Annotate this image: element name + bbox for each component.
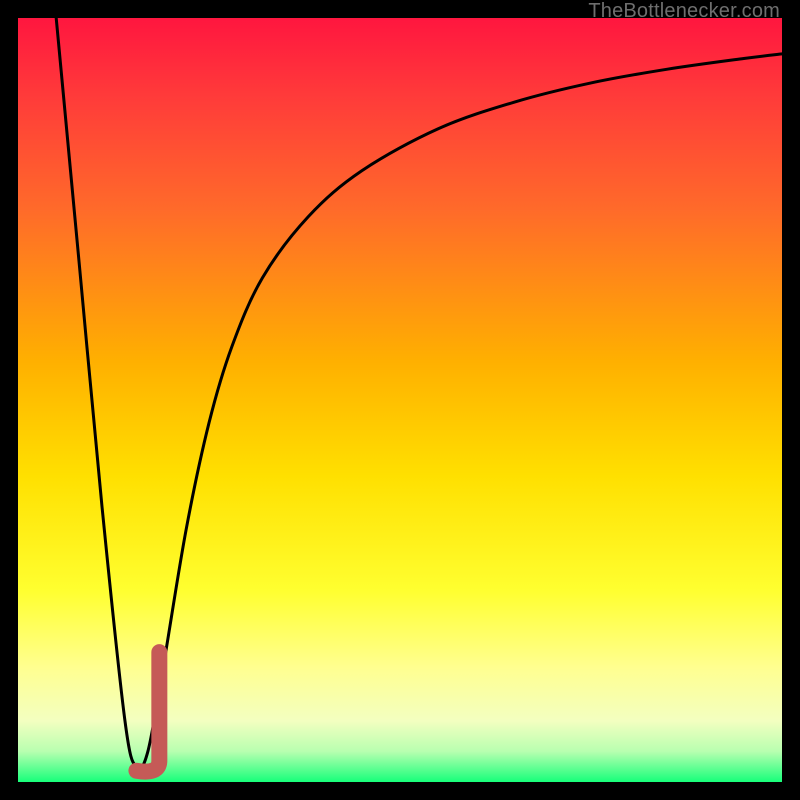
- gradient-background: [18, 18, 782, 782]
- chart-frame: [18, 18, 782, 782]
- watermark-text: TheBottlenecker.com: [588, 0, 780, 23]
- bottleneck-chart: [18, 18, 782, 782]
